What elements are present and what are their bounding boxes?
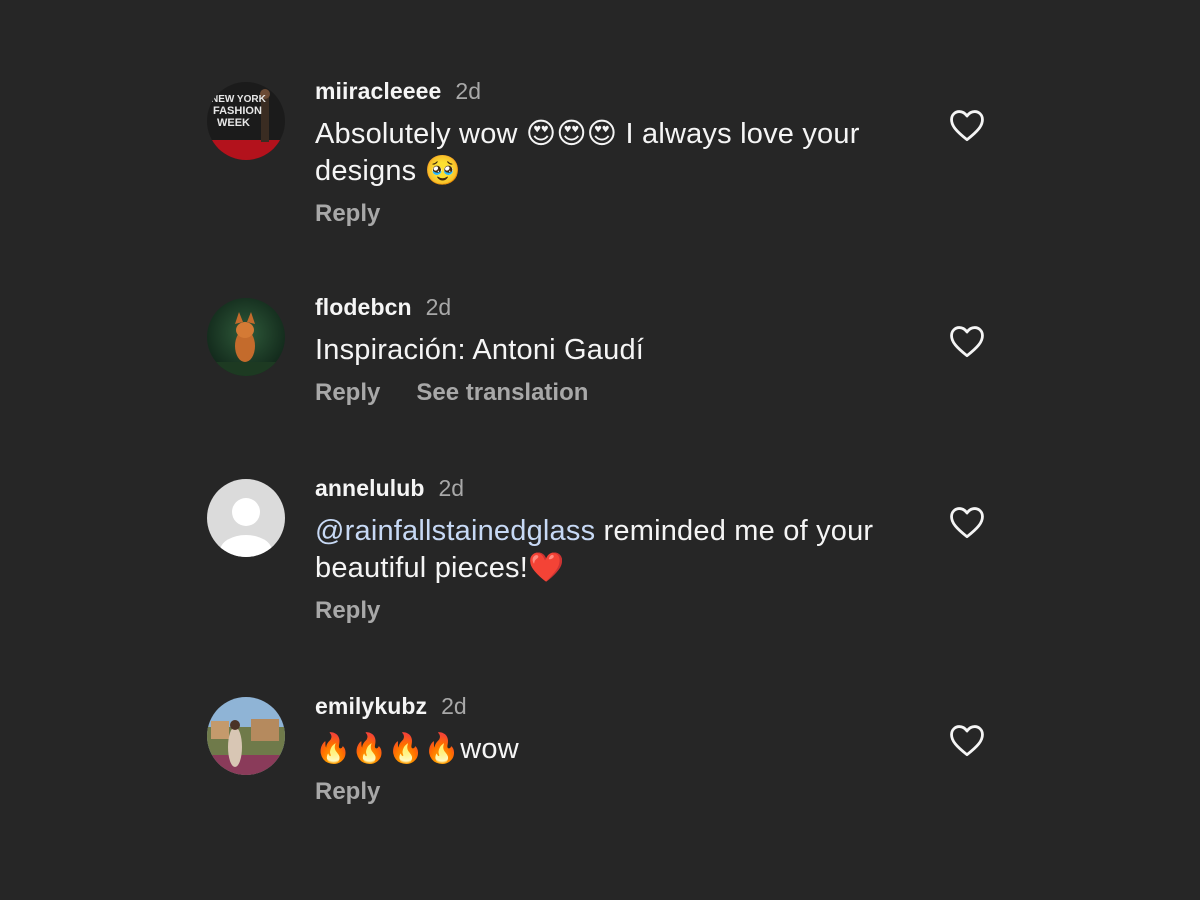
heart-outline-icon[interactable]	[948, 108, 986, 142]
heart-outline-icon[interactable]	[948, 723, 986, 757]
reply-button[interactable]: Reply	[315, 597, 380, 625]
comment-body: miiracleeee 2d Absolutely wow 😍😍😍 I alwa…	[315, 78, 915, 228]
comment-text: @rainfallstainedglass reminded me of you…	[315, 513, 915, 587]
svg-text:WEEK: WEEK	[217, 117, 250, 129]
reply-button[interactable]: Reply	[315, 778, 380, 806]
comment-username[interactable]: miiracleeee	[315, 78, 441, 105]
comment-body: annelulub 2d @rainfallstainedglass remin…	[315, 475, 915, 625]
comment-text: Inspiración: Antoni Gaudí	[315, 334, 645, 366]
comment-username[interactable]: flodebcn	[315, 294, 412, 321]
svg-text:FASHION: FASHION	[213, 105, 262, 117]
heart-outline-icon[interactable]	[948, 324, 986, 358]
comment-body: flodebcn 2d Inspiración: Antoni Gaudí Re…	[315, 294, 915, 407]
default-user-icon[interactable]	[207, 479, 285, 557]
comment-username[interactable]: emilykubz	[315, 693, 427, 720]
comment-body: emilykubz 2d 🔥🔥🔥🔥wow Reply	[315, 693, 915, 806]
mention-link[interactable]: @rainfallstainedglass	[315, 515, 595, 547]
avatar-logo-text: NEW YORK	[211, 94, 267, 105]
avatar[interactable]	[207, 298, 285, 376]
comment-time: 2d	[441, 693, 467, 719]
comment-time: 2d	[425, 294, 452, 320]
comment-text: 🔥🔥🔥🔥wow	[315, 733, 519, 765]
avatar[interactable]: NEW YORK FASHION WEEK	[207, 82, 285, 160]
see-translation-button[interactable]: See translation	[416, 379, 588, 407]
comment-username[interactable]: annelulub	[315, 475, 425, 502]
avatar[interactable]	[207, 697, 285, 775]
comment-text: Absolutely wow 😍😍😍 I always love your de…	[315, 118, 860, 187]
comment-time: 2d	[438, 475, 465, 501]
comment-time: 2d	[455, 78, 482, 104]
heart-outline-icon[interactable]	[948, 505, 986, 539]
reply-button[interactable]: Reply	[315, 379, 380, 407]
reply-button[interactable]: Reply	[315, 200, 380, 228]
